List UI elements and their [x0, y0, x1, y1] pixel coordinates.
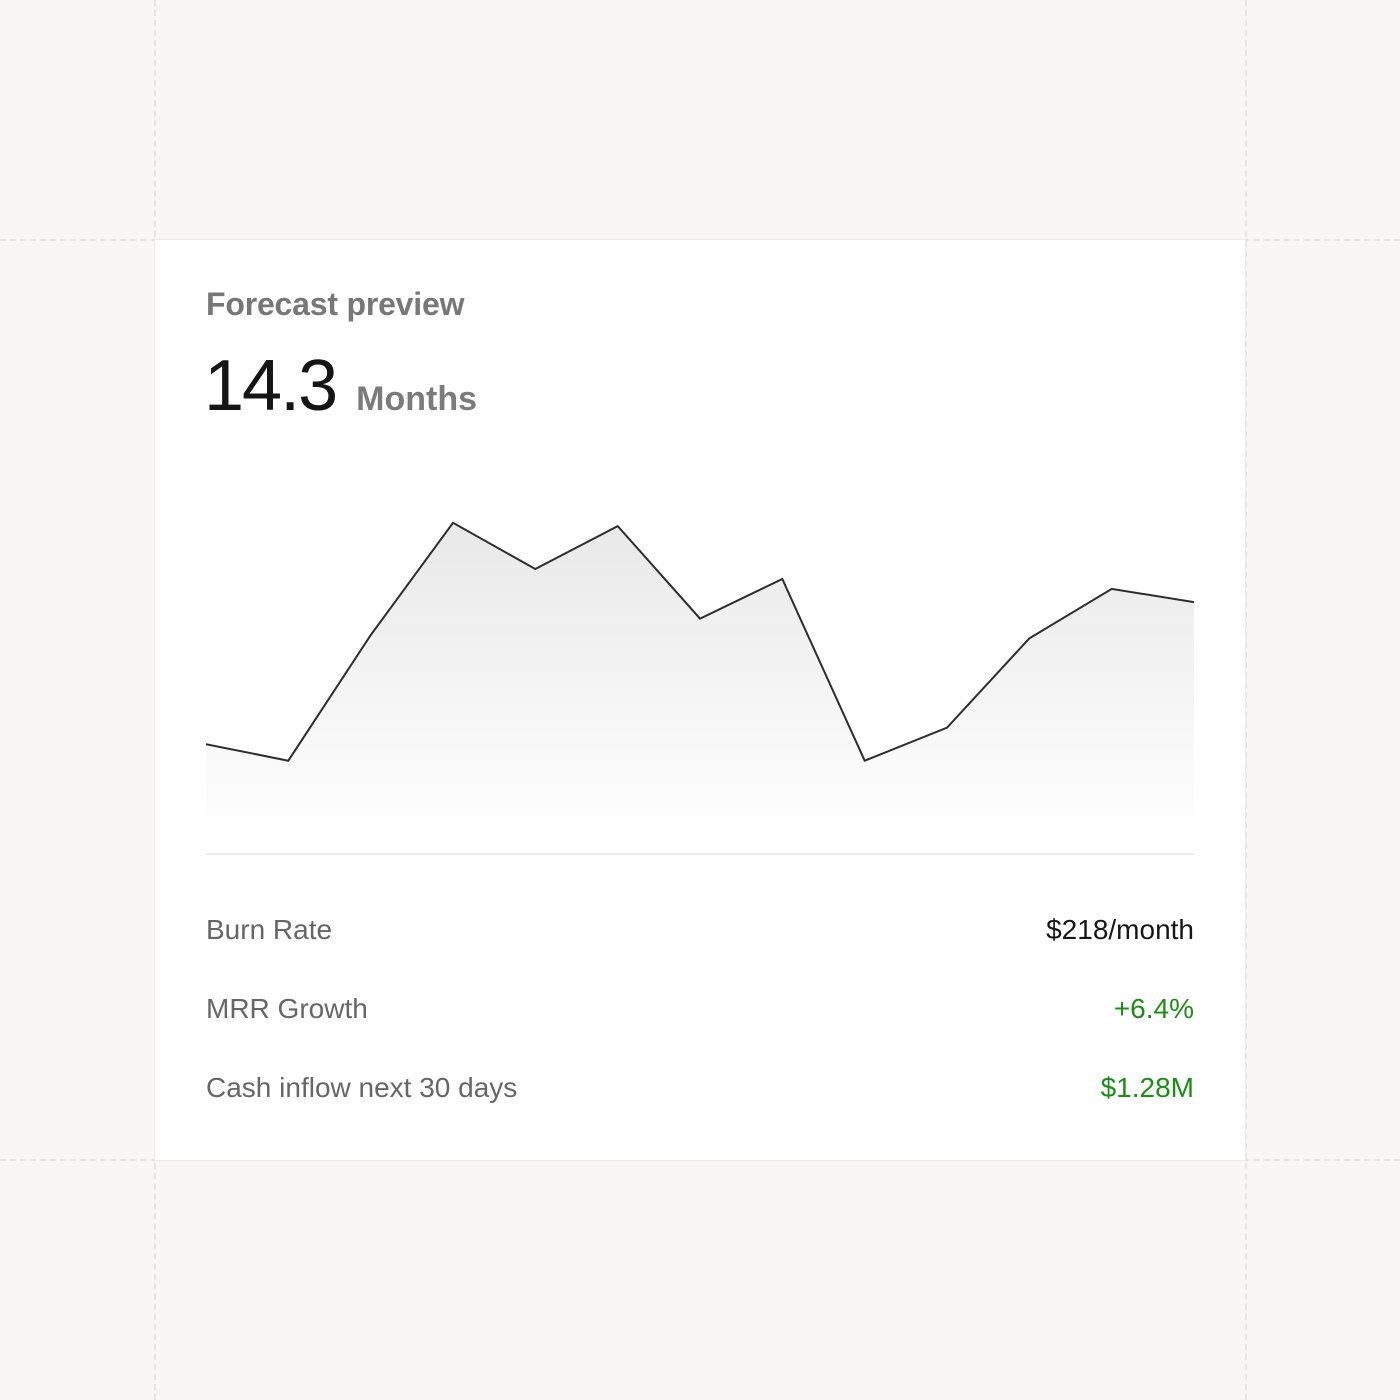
chart-point	[533, 567, 537, 571]
metric-value: 14.3	[204, 346, 338, 426]
chart-area-fill	[206, 522, 1194, 840]
chart-point	[616, 524, 620, 528]
stat-row-cash-inflow: Cash inflow next 30 days $1.28M	[206, 1068, 1194, 1108]
chart-point	[286, 759, 290, 763]
divider	[206, 853, 1194, 855]
stat-row-mrr-growth: MRR Growth +6.4%	[206, 989, 1194, 1029]
chart-point	[698, 617, 702, 621]
chart-point	[1110, 587, 1114, 591]
metric-unit: Months	[356, 380, 477, 418]
chart-point	[945, 726, 949, 730]
stat-value: $218/month	[1046, 914, 1194, 945]
stat-label: Burn Rate	[206, 914, 333, 945]
chart-point	[780, 577, 784, 581]
chart-point	[369, 633, 373, 637]
stat-label: Cash inflow next 30 days	[206, 1072, 518, 1103]
forecast-preview-card: Forecast preview 14.3 Months Burn Rate $…	[155, 240, 1245, 1160]
card-title: Forecast preview	[206, 286, 465, 322]
stat-value: +6.4%	[1113, 993, 1194, 1024]
chart-point	[863, 759, 867, 763]
runway-metric: 14.3 Months	[204, 350, 477, 422]
chart-point	[451, 521, 455, 525]
stat-value: $1.28M	[1100, 1072, 1194, 1103]
chart-point	[1027, 636, 1031, 640]
stat-row-burn-rate: Burn Rate $218/month	[206, 910, 1194, 950]
forecast-chart	[206, 521, 1194, 840]
stat-label: MRR Growth	[206, 993, 368, 1024]
guide-line-right	[1245, 0, 1247, 1400]
